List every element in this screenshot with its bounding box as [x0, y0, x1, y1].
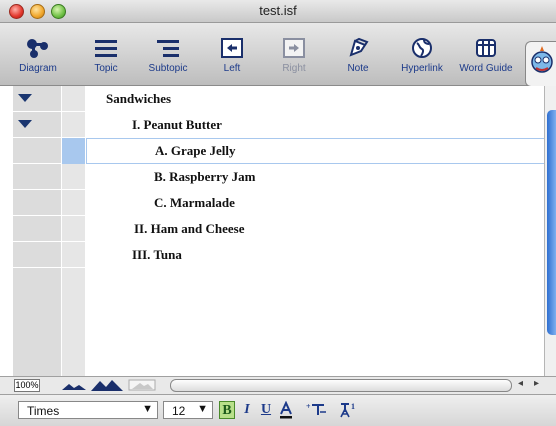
horizontal-scrollbar[interactable] — [170, 379, 512, 392]
topic-label: Topic — [94, 63, 118, 74]
outline-row[interactable]: II. Ham and Cheese — [86, 216, 550, 242]
subtopic-icon — [157, 40, 179, 57]
right-button[interactable]: Right — [264, 37, 324, 83]
subscript-icon: 1 — [340, 402, 355, 418]
hyperlink-button[interactable]: Hyperlink — [392, 37, 452, 83]
outline-row-text[interactable]: B. Raspberry Jam — [154, 169, 255, 185]
right-arrow-icon — [283, 38, 305, 58]
svg-text:1: 1 — [351, 402, 355, 411]
subtopic-label: Subtopic — [148, 63, 188, 74]
subtopic-button[interactable]: Subtopic — [138, 37, 198, 83]
hyperlink-icon — [412, 38, 432, 58]
dropdown-arrow-icon: ▼ — [142, 403, 153, 415]
zoom-out-icon[interactable] — [60, 380, 88, 391]
outline-row[interactable]: Sandwiches — [86, 86, 550, 112]
text-color-icon — [280, 400, 292, 419]
disclosure-triangle-icon[interactable] — [18, 120, 32, 128]
outline-row[interactable]: III. Tuna — [86, 242, 550, 268]
topic-button[interactable]: Topic — [76, 37, 136, 83]
outline-row-text[interactable]: II. Ham and Cheese — [134, 221, 245, 237]
zoom-max-icon[interactable] — [128, 379, 156, 391]
italic-button[interactable]: I — [240, 401, 254, 419]
italic-icon: I — [244, 402, 250, 417]
toolbar: Diagram Topic Subtopic Left Right Note H… — [0, 23, 556, 87]
window-title: test.isf — [259, 3, 297, 18]
dropdown-arrow-icon: ▼ — [197, 403, 208, 415]
left-arrow-icon — [221, 38, 243, 58]
font-family-select[interactable]: Times ▼ — [18, 401, 158, 419]
bottom-bar: 100% ◂ ▸ — [0, 376, 556, 394]
superscript-icon: + — [306, 402, 326, 415]
font-size-value: 12 — [172, 404, 186, 418]
outline-row[interactable]: B. Raspberry Jam — [86, 164, 550, 190]
diagram-button[interactable]: Diagram — [8, 37, 68, 83]
bold-button[interactable]: B — [219, 401, 235, 419]
diagram-icon — [27, 39, 48, 58]
disclosure-triangle-icon[interactable] — [18, 94, 32, 102]
svg-text:+: + — [306, 402, 311, 411]
left-button[interactable]: Left — [202, 37, 262, 83]
font-family-value: Times — [27, 404, 60, 418]
font-size-select[interactable]: 12 ▼ — [163, 401, 213, 419]
topic-icon — [95, 40, 117, 57]
vertical-scroll-thumb[interactable] — [547, 110, 556, 335]
gutter-cell — [13, 164, 85, 190]
word-guide-icon — [476, 39, 496, 57]
diagram-label: Diagram — [19, 63, 57, 74]
outline-row[interactable]: I. Peanut Butter — [86, 112, 550, 138]
word-guide-button[interactable]: Word Guide — [456, 37, 516, 83]
zoom-in-icon[interactable] — [90, 378, 124, 392]
hyperlink-label: Hyperlink — [401, 63, 443, 74]
zoom-level[interactable]: 100% — [14, 379, 40, 392]
underline-icon: U — [260, 402, 272, 417]
outline-row-selected[interactable]: A. Grape Jelly — [86, 138, 550, 164]
bold-icon: B — [222, 403, 232, 418]
left-label: Left — [223, 63, 241, 74]
note-label: Note — [347, 63, 369, 74]
outline-row[interactable]: C. Marmalade — [86, 190, 550, 216]
selection-marker — [62, 138, 85, 164]
right-label: Right — [282, 63, 306, 74]
format-bar: Times ▼ 12 ▼ B I U + 1 — [0, 394, 556, 426]
outline-row-text[interactable]: C. Marmalade — [154, 195, 235, 211]
superscript-button[interactable]: + — [305, 401, 327, 419]
gutter-cell — [13, 242, 85, 268]
title-bar: test.isf — [0, 0, 556, 23]
note-button[interactable]: Note — [328, 37, 388, 83]
outline-view[interactable]: Sandwiches I. Peanut Butter A. Grape Jel… — [0, 86, 556, 376]
scroll-left-icon[interactable]: ◂ — [518, 378, 523, 389]
gutter-cell — [13, 190, 85, 216]
word-guide-label: Word Guide — [459, 63, 513, 74]
text-color-button[interactable] — [278, 400, 294, 419]
outline-row-text[interactable]: Sandwiches — [106, 91, 171, 107]
gutter-cell — [13, 216, 85, 242]
outline-row-text[interactable]: I. Peanut Butter — [132, 117, 222, 133]
subscript-button[interactable]: 1 — [338, 401, 358, 419]
note-icon — [349, 37, 369, 57]
app-logo-icon[interactable] — [525, 41, 556, 87]
underline-button[interactable]: U — [258, 401, 274, 419]
outline-row-text[interactable]: III. Tuna — [132, 247, 182, 263]
scroll-right-icon[interactable]: ▸ — [534, 378, 539, 389]
outline-row-text[interactable]: A. Grape Jelly — [155, 143, 236, 159]
